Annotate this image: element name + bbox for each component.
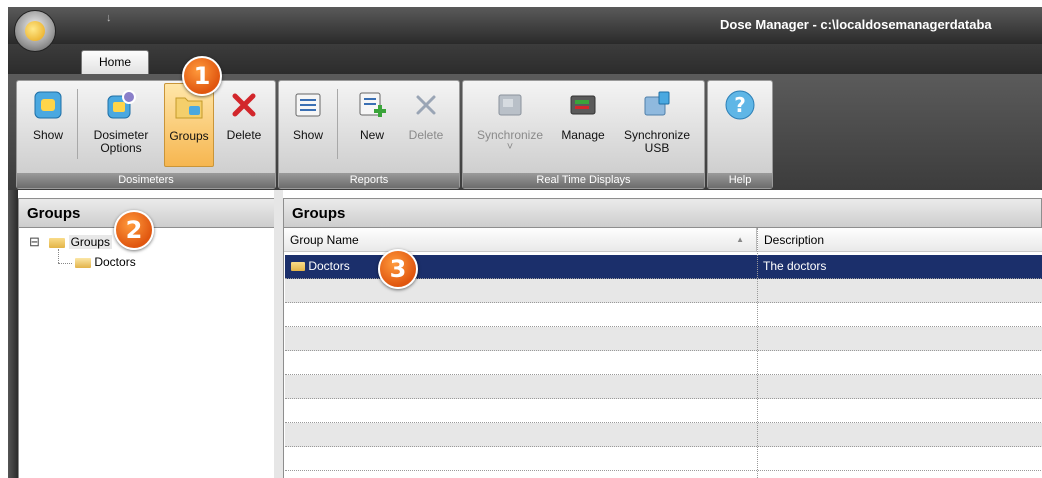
groups-button[interactable]: Groups bbox=[164, 83, 214, 167]
tree-line bbox=[58, 249, 60, 263]
separator bbox=[337, 89, 338, 159]
manage-display-icon bbox=[570, 95, 596, 115]
group-label: Real Time Displays bbox=[463, 173, 704, 188]
help-icon: ? bbox=[725, 90, 755, 120]
button-label: Show bbox=[292, 128, 324, 142]
tree-root-node[interactable]: ⊟ Groups bbox=[29, 234, 112, 250]
ribbon-tab-row bbox=[8, 44, 1042, 74]
application-menu-button[interactable] bbox=[14, 10, 56, 52]
synchronize-button[interactable]: Synchronize ˅ bbox=[469, 83, 551, 165]
synchronize-icon bbox=[498, 94, 522, 116]
table-row[interactable] bbox=[285, 351, 1042, 375]
tree-child-node[interactable]: Doctors bbox=[75, 255, 136, 269]
table-row[interactable] bbox=[285, 375, 1042, 399]
column-header-label: Group Name bbox=[290, 233, 359, 247]
callout-badge-1: 1 bbox=[182, 56, 222, 96]
column-header-group-name[interactable]: Group Name ▲ bbox=[284, 228, 757, 252]
ribbon-group-real-time-displays: Synchronize ˅ Manage Synchronize USB Rea… bbox=[462, 80, 705, 189]
button-label: Manage bbox=[561, 128, 605, 142]
right-panel-title: Groups bbox=[283, 198, 1042, 228]
show-reports-button[interactable]: Show bbox=[285, 83, 331, 165]
delete-report-icon bbox=[416, 95, 436, 115]
ribbon-group-reports: Show New Delete Reports bbox=[278, 80, 460, 189]
column-header-label: Description bbox=[764, 233, 825, 247]
panel-splitter[interactable] bbox=[274, 190, 283, 478]
new-report-icon bbox=[359, 92, 386, 117]
group-label: Help bbox=[708, 173, 772, 188]
sort-ascending-icon: ▲ bbox=[736, 235, 744, 244]
folder-icon bbox=[49, 237, 66, 248]
show-dosimeters-button[interactable]: Show bbox=[23, 83, 73, 165]
app-logo-icon bbox=[25, 21, 45, 41]
button-label: New bbox=[359, 128, 384, 142]
groups-tree-panel: ⊟ Groups Doctors bbox=[18, 228, 276, 478]
cell-group-name: Doctors bbox=[287, 255, 757, 278]
group-label: Reports bbox=[279, 173, 459, 188]
window-title: Dose Manager - c:\localdosemanagerdataba bbox=[720, 17, 992, 32]
tree-expander-icon[interactable]: ⊟ bbox=[29, 234, 40, 249]
delete-x-icon bbox=[232, 93, 256, 117]
callout-badge-3: 3 bbox=[378, 249, 418, 289]
new-report-button[interactable]: New bbox=[349, 83, 395, 165]
callout-badge-2: 2 bbox=[114, 210, 154, 250]
table-row[interactable] bbox=[285, 423, 1042, 447]
help-button[interactable]: ? bbox=[714, 83, 766, 165]
ribbon-group-dosimeters: Show Dosimeter Options Groups Delete Dos… bbox=[16, 80, 276, 189]
synchronize-usb-button[interactable]: Synchronize USB bbox=[615, 83, 699, 165]
column-header-description[interactable]: Description bbox=[758, 228, 1042, 252]
tree-node-label: Groups bbox=[68, 235, 112, 249]
show-dosimeter-icon bbox=[34, 91, 62, 119]
separator bbox=[77, 89, 78, 159]
delete-report-button[interactable]: Delete bbox=[401, 83, 451, 165]
folder-icon bbox=[75, 257, 91, 268]
chevron-down-icon: ˅ bbox=[506, 141, 514, 153]
button-label: Dosimeter Options bbox=[93, 128, 149, 155]
cell-text: Doctors bbox=[308, 259, 350, 273]
table-row[interactable] bbox=[285, 327, 1042, 351]
column-divider bbox=[757, 228, 759, 478]
tree-node-label: Doctors bbox=[94, 255, 136, 269]
cell-description: The doctors bbox=[763, 259, 827, 273]
folder-icon bbox=[291, 262, 305, 272]
button-label: Synchronize USB bbox=[623, 128, 691, 155]
delete-dosimeter-button[interactable]: Delete bbox=[217, 83, 271, 165]
quick-access-toolbar-dropdown[interactable]: ↓ bbox=[106, 12, 112, 24]
table-row[interactable] bbox=[285, 303, 1042, 327]
group-label: Dosimeters bbox=[17, 173, 275, 188]
table-row[interactable] bbox=[285, 447, 1042, 471]
button-label: Groups bbox=[169, 129, 209, 143]
ribbon-group-help: ? Help bbox=[707, 80, 773, 189]
table-row[interactable] bbox=[285, 399, 1042, 423]
button-label: Delete bbox=[226, 128, 262, 142]
manage-displays-button[interactable]: Manage bbox=[555, 83, 611, 165]
tree-line bbox=[58, 263, 72, 265]
dosimeter-options-icon bbox=[107, 90, 136, 119]
button-label: Delete bbox=[408, 128, 444, 142]
svg-text:?: ? bbox=[734, 93, 746, 117]
dosimeter-options-button[interactable]: Dosimeter Options bbox=[89, 83, 153, 165]
window-frame bbox=[8, 190, 18, 478]
button-label: Show bbox=[32, 128, 64, 142]
show-report-icon bbox=[295, 93, 321, 117]
synchronize-usb-icon bbox=[644, 91, 670, 116]
tab-home[interactable]: Home bbox=[81, 50, 149, 77]
